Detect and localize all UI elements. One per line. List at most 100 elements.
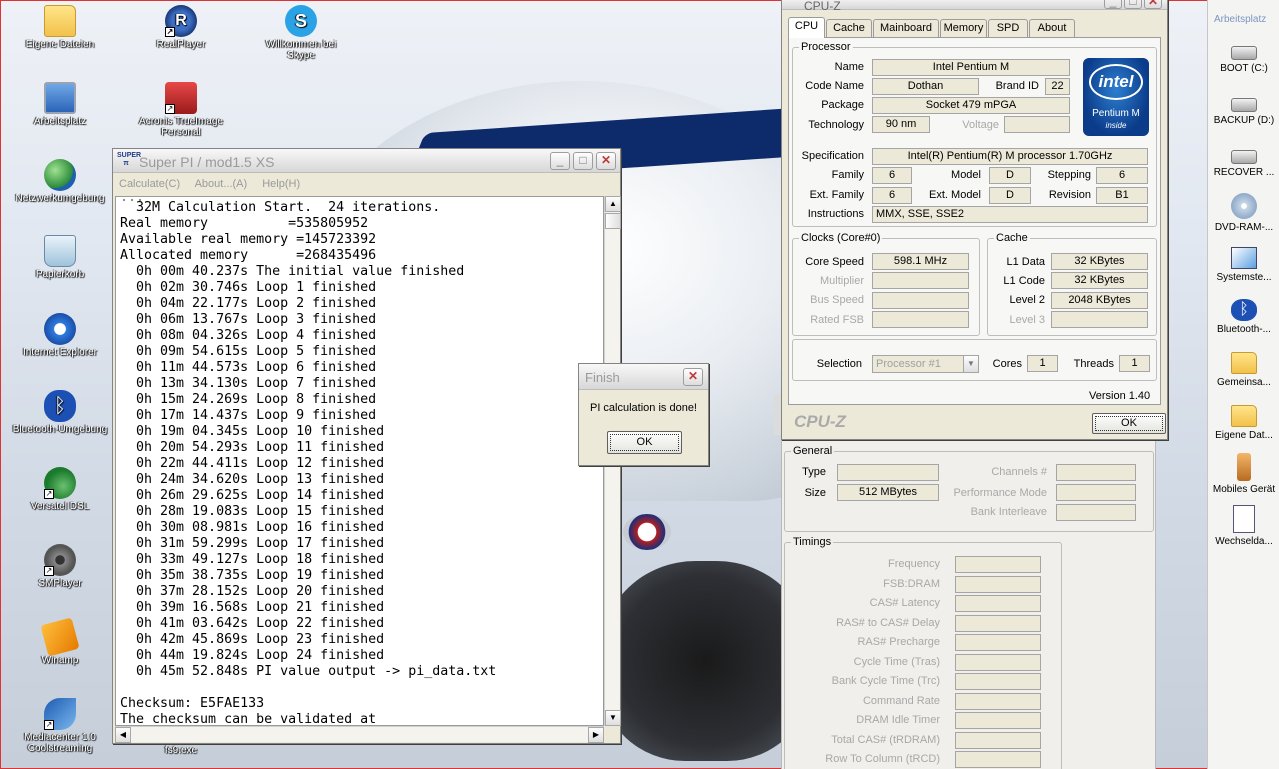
desktop-icon-internet-explorer[interactable]: Internet Explorer <box>10 313 110 358</box>
console-line: 0h 30m 08.981s Loop 16 finished <box>120 520 385 535</box>
network-icon <box>44 159 76 191</box>
scroll-up-icon[interactable]: ▲ <box>605 196 621 212</box>
desktop-icon-smplayer[interactable]: ↗ SMPlayer <box>10 544 110 589</box>
desktop-icon-netzwerkumgebung[interactable]: Netzwerkumgebung <box>10 159 110 204</box>
menu-calculate[interactable]: Calculate(C) <box>119 178 180 190</box>
superpi-titlebar[interactable]: SUPER π Super PI / mod1.5 XS _ □ ✕ <box>113 149 620 173</box>
cpuz-maximize-button[interactable]: □ <box>1124 0 1142 9</box>
stepping-label: Stepping <box>1047 169 1091 181</box>
desktop-icon-fs9[interactable]: fs9.exe <box>131 745 231 756</box>
sidebar-item-recover-drive[interactable]: RECOVER ... <box>1208 144 1279 178</box>
console-line: 0h 31m 59.299s Loop 17 finished <box>120 536 385 551</box>
timing-label: RAS# to CAS# Delay <box>836 616 940 629</box>
console-line: The checksum can be validated at <box>120 712 377 726</box>
menu-about[interactable]: About...(A) <box>195 178 248 190</box>
console-line: 0h 28m 19.083s Loop 15 finished <box>120 504 385 519</box>
sidebar-item-boot-drive[interactable]: BOOT (C:) <box>1208 40 1279 74</box>
timing-label: FSB:DRAM <box>883 577 940 590</box>
desktop-icon-versatel-dsl[interactable]: ↗ Versatel DSL <box>10 467 110 512</box>
arbeitsplatz-sidebar: Arbeitsplatz BOOT (C:) BACKUP (D:) RECOV… <box>1207 0 1279 769</box>
maximize-icon: □ <box>1129 0 1137 8</box>
console-line: 0h 08m 04.326s Loop 4 finished <box>120 328 377 343</box>
desktop-icon-winamp[interactable]: Winamp <box>10 617 110 666</box>
tab-cache[interactable]: Cache <box>826 19 872 37</box>
cpuz-minimize-button[interactable]: _ <box>1104 0 1122 9</box>
control-panel-icon <box>1231 247 1257 269</box>
timing-value <box>955 692 1041 710</box>
console-line: 0h 19m 04.345s Loop 10 finished <box>120 424 385 439</box>
desktop-icon-realplayer[interactable]: R ↗ RealPlayer <box>131 5 231 50</box>
desktop-icon-papierkorb[interactable]: Papierkorb <box>10 235 110 280</box>
desktop-icon-eigene-dateien[interactable]: Eigene Dateien <box>10 5 110 50</box>
superpi-output-console[interactable]: ... 32M Calculation Start. 24 iterations… <box>115 196 604 726</box>
processor-select[interactable]: Processor #1 ▼ <box>872 355 979 373</box>
specification-label: Specification <box>801 150 864 162</box>
mediacenter-icon: ↗ <box>44 698 76 730</box>
scroll-right-icon[interactable]: ▶ <box>588 727 604 743</box>
sidebar-item-systemsteuerung[interactable]: Systemste... <box>1208 247 1279 283</box>
desktop-icon-acronis[interactable]: ↗ Acronis TrueImage Personal <box>131 82 231 138</box>
desktop-icon-skype[interactable]: S Willkommen bei Skype <box>251 5 351 61</box>
cpuz-title: CPU-Z <box>804 0 841 13</box>
corespeed-value: 598.1 MHz <box>872 253 969 270</box>
console-line: 0h 15m 24.269s Loop 8 finished <box>120 392 377 407</box>
timing-value <box>955 751 1041 768</box>
family-value: 6 <box>872 167 912 184</box>
acronis-icon: ↗ <box>165 82 197 114</box>
name-value: Intel Pentium M <box>872 59 1070 76</box>
timing-label: DRAM Idle Timer <box>856 714 940 726</box>
scroll-left-icon[interactable]: ◀ <box>115 727 131 743</box>
sidebar-item-dvd-drive[interactable]: DVD-RAM-... <box>1208 193 1279 233</box>
memory-type-value <box>837 464 939 481</box>
tab-cpu[interactable]: CPU <box>788 17 825 38</box>
console-line: 0h 45m 52.848s PI value output -> pi_dat… <box>120 664 497 679</box>
cpuz-titlebar[interactable]: CPU-Z _ □ ✕ <box>782 0 1167 13</box>
console-horizontal-scrollbar[interactable]: ◀ ▶ <box>115 726 604 743</box>
bluetooth-icon: ᛒ <box>44 390 76 422</box>
shortcut-arrow-icon: ↗ <box>44 489 54 499</box>
hard-drive-icon <box>1231 150 1257 164</box>
sidebar-item-wechseldatentraeger[interactable]: Wechselda... <box>1208 505 1279 547</box>
ratedfsb-value <box>872 311 969 328</box>
console-line: 0h 37m 28.152s Loop 20 finished <box>120 584 385 599</box>
scroll-thumb[interactable] <box>605 213 621 229</box>
tab-about[interactable]: About <box>1029 19 1075 37</box>
tab-memory[interactable]: Memory <box>940 19 987 37</box>
desktop-icon-bluetooth-umgebung[interactable]: ᛒ Bluetooth-Umgebung <box>10 390 110 435</box>
cpuz-ok-button[interactable]: OK <box>1092 413 1166 434</box>
timing-label: RAS# Precharge <box>857 636 940 648</box>
cpuz-close-button[interactable]: ✕ <box>1144 0 1162 9</box>
maximize-button[interactable]: □ <box>573 152 593 170</box>
shortcut-arrow-icon: ↗ <box>44 720 54 730</box>
mobile-device-icon <box>1237 453 1251 481</box>
l1code-value: 32 KBytes <box>1051 272 1148 289</box>
sidebar-item-eigene-dateien[interactable]: Eigene Dat... <box>1208 405 1279 441</box>
folder-icon <box>1231 405 1257 427</box>
sidebar-item-mobiles-geraet[interactable]: Mobiles Gerät <box>1208 453 1279 495</box>
memory-bankinterleave-value <box>1056 504 1136 521</box>
desktop-icon-arbeitsplatz[interactable]: Arbeitsplatz <box>10 82 110 127</box>
brandid-value: 22 <box>1045 78 1070 95</box>
cores-value: 1 <box>1027 355 1058 372</box>
extfamily-label: Ext. Family <box>809 189 864 201</box>
minimize-button[interactable]: _ <box>550 152 570 170</box>
timing-value <box>955 712 1041 729</box>
scroll-down-icon[interactable]: ▼ <box>605 710 621 726</box>
finish-ok-button[interactable]: OK <box>607 431 682 454</box>
wallpaper-car-badge <box>623 514 671 550</box>
family-label: Family <box>831 169 864 181</box>
close-button[interactable]: ✕ <box>596 152 616 170</box>
sidebar-item-gemeinsame-dokumente[interactable]: Gemeinsa... <box>1208 352 1279 388</box>
finish-close-button[interactable]: ✕ <box>683 368 703 386</box>
memory-bankinterleave-label: Bank Interleave <box>970 506 1047 518</box>
revision-value: B1 <box>1096 187 1148 204</box>
timing-value <box>955 634 1041 651</box>
timing-value <box>955 673 1041 690</box>
sidebar-item-backup-drive[interactable]: BACKUP (D:) <box>1208 92 1279 126</box>
desktop-icon-mediacenter[interactable]: ↗ Mediacenter 1.0 Coolstreaming <box>10 698 110 754</box>
tab-spd[interactable]: SPD <box>988 19 1028 37</box>
sidebar-item-bluetooth[interactable]: ᛒ Bluetooth-... <box>1208 299 1279 335</box>
menu-help[interactable]: Help(H) <box>262 178 300 190</box>
tab-mainboard[interactable]: Mainboard <box>873 19 939 37</box>
finish-titlebar[interactable]: Finish ✕ <box>579 364 708 390</box>
